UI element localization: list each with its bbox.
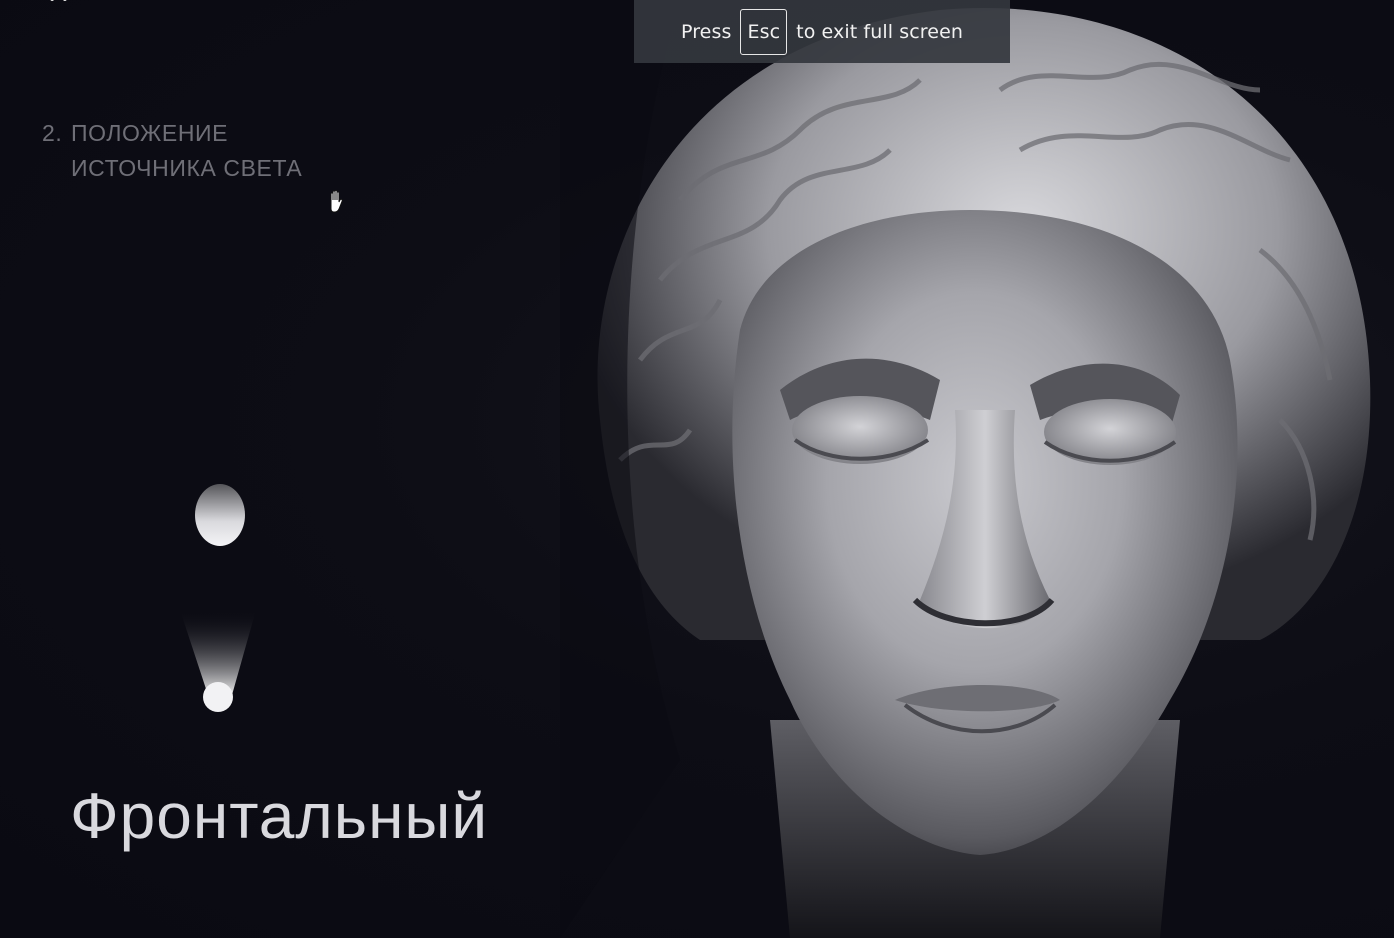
light-position-label: Фронтальный [70,780,489,852]
notice-prefix: Press [680,20,732,43]
fullscreen-exit-notice: Press Esc to exit full screen [634,0,1010,63]
section-title-line-2: ИСТОЧНИКА СВЕТА [71,155,303,181]
notice-suffix: to exit full screen [796,20,964,43]
light-source-icon [203,682,233,712]
section-number: 2. [42,120,63,146]
sculpture-head-image [560,0,1371,938]
section-title-line-1: ПОЛОЖЕНИЕ [71,120,229,146]
section-heading: 2. ПОЛОЖЕНИЕ ИСТОЧНИКА СВЕТА [42,116,302,186]
head-silhouette-icon [195,484,245,546]
presentation-slide: • • 2. ПОЛОЖЕНИЕ ИСТОЧНИКА СВЕТА Фронтал… [0,0,1394,938]
grab-hand-cursor-icon [330,189,343,213]
light-position-diagram [180,484,256,712]
esc-key-badge: Esc [740,8,788,55]
clipped-header-fragment: • • [48,0,69,8]
